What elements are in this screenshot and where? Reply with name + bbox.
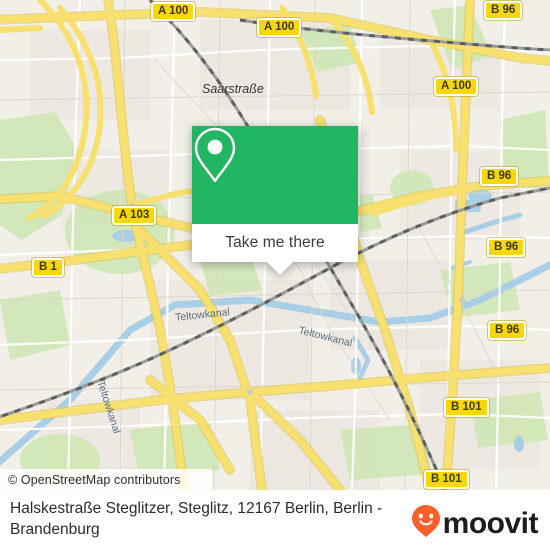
moovit-wordmark: moovit [442, 506, 539, 540]
road-shield: B 96 [480, 167, 519, 186]
moovit-location-card-screenshot: A 100 A 100 B 96 A 100 B 96 A 103 B 96 B… [0, 0, 550, 550]
card-pointer-tail [267, 262, 293, 275]
map-label-street: Saarstraße [202, 82, 264, 96]
moovit-smiley-pin-icon [411, 504, 441, 543]
road-shield: A 100 [151, 2, 196, 21]
moovit-logo[interactable]: moovit [411, 504, 539, 543]
road-shield: B 96 [484, 1, 523, 20]
road-shield: B 96 [487, 238, 526, 257]
road-shield: B 101 [424, 470, 469, 489]
road-shield: B 101 [444, 398, 489, 417]
footer-bar: Halskestraße Steglitzer, Steglitz, 12167… [0, 490, 550, 550]
take-me-there-label[interactable]: Take me there [225, 234, 325, 252]
map-attribution-text: © OpenStreetMap contributors [8, 473, 181, 487]
road-shield: A 100 [434, 77, 479, 96]
map-canvas[interactable]: A 100 A 100 B 96 A 100 B 96 A 103 B 96 B… [0, 0, 550, 490]
road-shield: A 100 [257, 18, 302, 37]
card-action-area[interactable]: Take me there [192, 224, 358, 275]
card-pin-area [192, 126, 358, 224]
map-attribution: © OpenStreetMap contributors [0, 469, 212, 490]
location-callout-card[interactable]: Take me there [192, 126, 358, 275]
road-shield: B 1 [32, 258, 64, 277]
road-shield: B 96 [488, 321, 527, 340]
road-shield: A 103 [112, 206, 157, 225]
address-caption: Halskestraße Steglitzer, Steglitz, 12167… [10, 500, 383, 538]
